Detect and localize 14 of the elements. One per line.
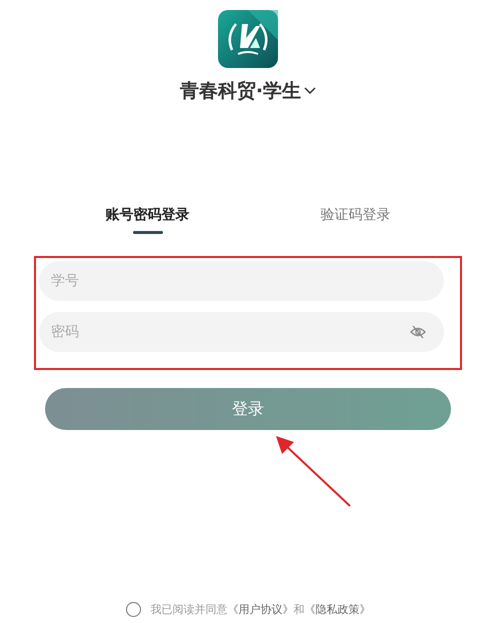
- app-logo: [218, 10, 278, 68]
- student-id-field[interactable]: 学号: [39, 261, 444, 301]
- login-button[interactable]: 登录: [45, 388, 451, 430]
- user-agreement-link[interactable]: 《用户协议》: [228, 603, 294, 616]
- privacy-policy-link[interactable]: 《隐私政策》: [304, 603, 370, 616]
- tab-underline: [132, 231, 162, 234]
- login-tab[interactable]: 账号密码登录: [100, 202, 196, 234]
- agreement-text: 我已阅读并同意《用户协议》和《隐私政策》: [150, 602, 370, 617]
- password-field[interactable]: 密码: [39, 312, 444, 352]
- agree-radio[interactable]: [126, 602, 140, 617]
- app-title: 青春科贸·学生: [180, 79, 302, 104]
- chevron-down-icon[interactable]: [304, 87, 316, 95]
- login-tab[interactable]: 验证码登录: [314, 202, 396, 234]
- eye-off-icon[interactable]: [410, 325, 426, 339]
